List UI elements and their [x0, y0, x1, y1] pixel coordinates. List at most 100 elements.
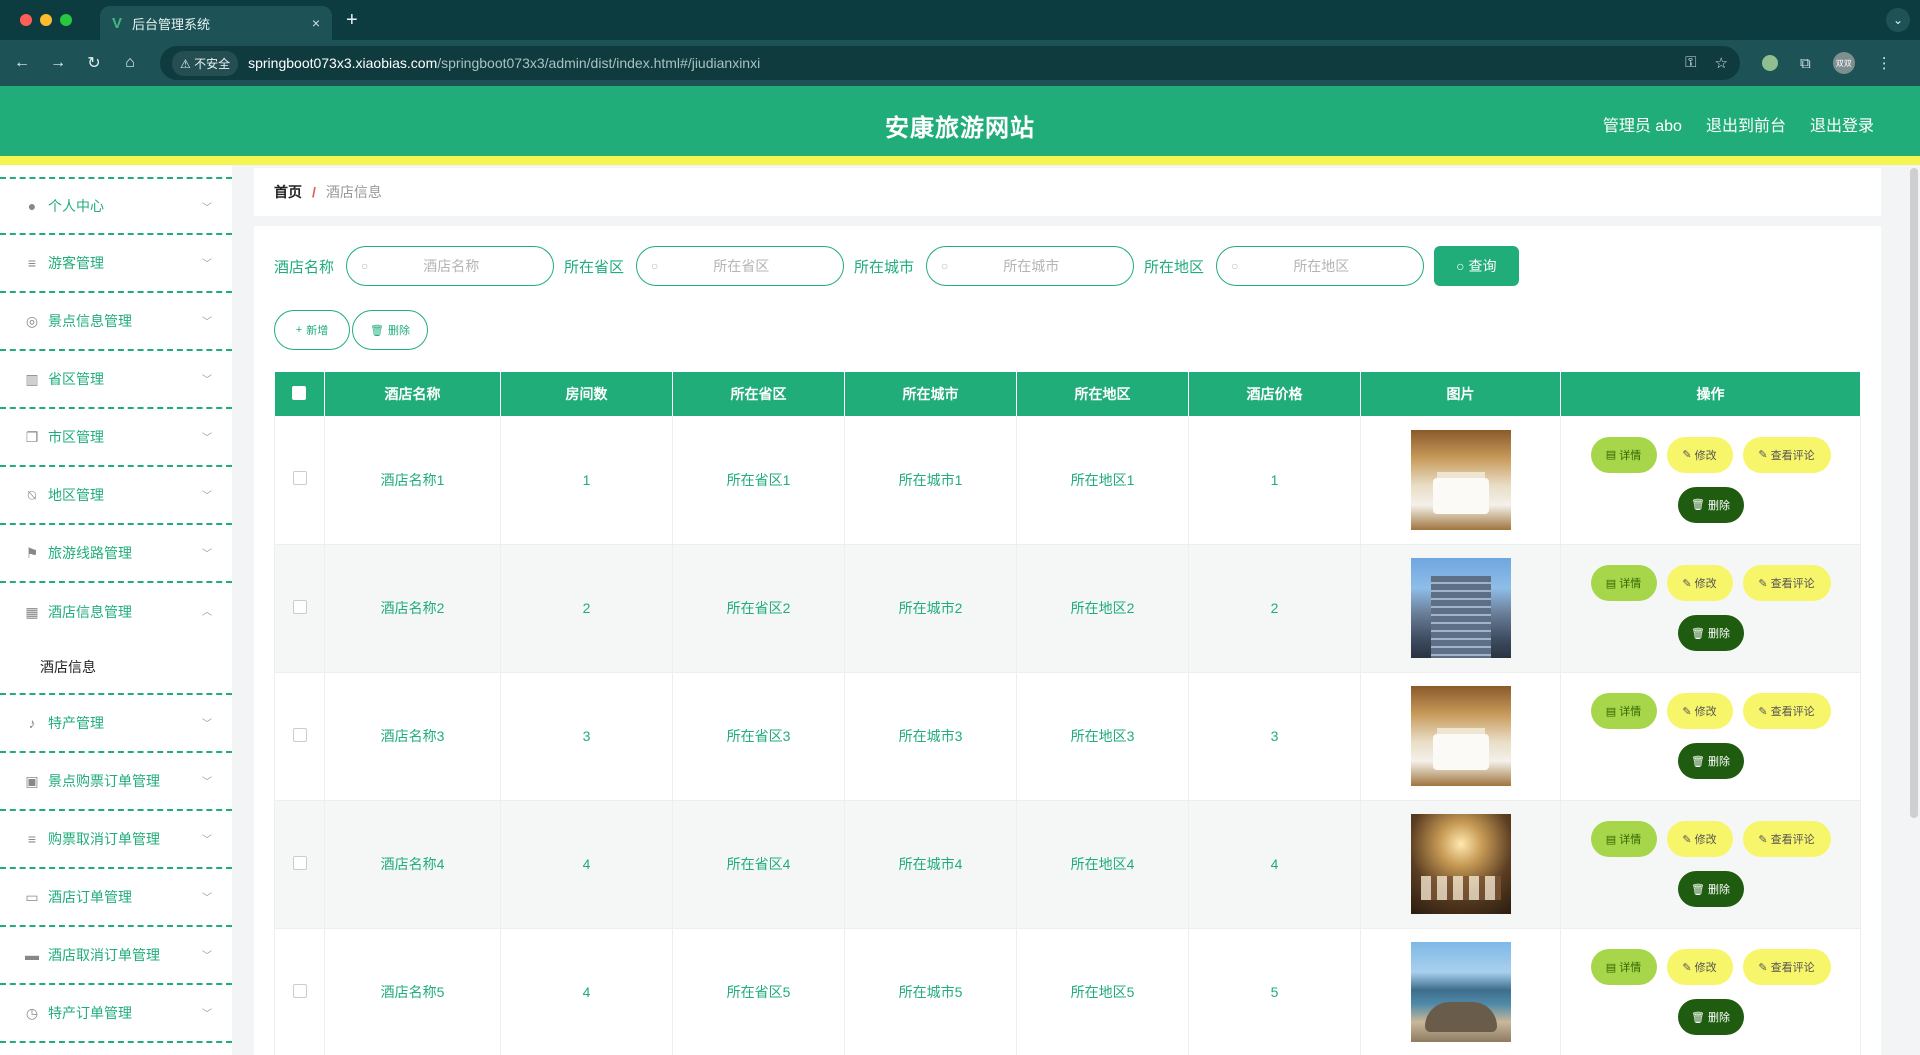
detail-button[interactable]: ▤ 详情: [1590, 436, 1657, 473]
sidebar-item-hotel-cancellations[interactable]: ▬ 酒店取消订单管理 ﹀: [0, 927, 232, 985]
hotel-photo[interactable]: [1410, 814, 1511, 914]
to-front-link[interactable]: 退出到前台: [1706, 112, 1786, 136]
minimize-window-button[interactable]: [40, 14, 52, 26]
edit-button[interactable]: ✎ 修改: [1666, 436, 1733, 473]
review-label: 查看评论: [1770, 449, 1815, 462]
batch-delete-button[interactable]: 🗑 删除: [352, 310, 428, 350]
home-icon[interactable]: ⌂: [116, 54, 144, 72]
cell-city: 所在城市5: [844, 928, 1017, 1055]
cell-operations: ▤ 详情 ✎ 修改 ✎ 查看评论 🗑 删除: [1560, 416, 1861, 545]
row-checkbox[interactable]: [292, 599, 307, 614]
address-bar[interactable]: ⚠ 不安全 springboot073x3.xiaobias.com /spri…: [160, 46, 1740, 80]
row-checkbox[interactable]: [292, 727, 307, 742]
maximize-window-button[interactable]: [60, 14, 72, 26]
insecure-badge[interactable]: ⚠ 不安全: [172, 50, 239, 76]
delete-button[interactable]: 🗑 删除: [1677, 871, 1744, 907]
delete-button[interactable]: 🗑 删除: [1677, 999, 1744, 1035]
district-field[interactable]: ○: [1216, 246, 1425, 286]
submenu-item-hotel-info[interactable]: 酒店信息: [0, 641, 232, 695]
cell-district: 所在地区5: [1016, 928, 1189, 1055]
sidebar-item-cities[interactable]: ❐ 市区管理 ﹀: [0, 409, 232, 467]
logout-link[interactable]: 退出登录: [1810, 112, 1874, 136]
reload-icon[interactable]: ↻: [80, 53, 108, 73]
hotel-name-field[interactable]: ○: [346, 246, 555, 286]
sidebar-item-districts[interactable]: ⍉ 地区管理 ﹀: [0, 467, 232, 525]
province-field[interactable]: ○: [636, 246, 845, 286]
sidebar-item-personal-center[interactable]: ● 个人中心 ﹀: [0, 177, 232, 235]
view-reviews-button[interactable]: ✎ 查看评论: [1742, 949, 1831, 985]
row-checkbox[interactable]: [292, 983, 307, 998]
edit-button[interactable]: ✎ 修改: [1666, 693, 1733, 729]
row-checkbox[interactable]: [292, 471, 307, 486]
cell-province: 所在省区1: [672, 416, 845, 545]
star-icon[interactable]: ☆: [1715, 54, 1728, 72]
edit-button[interactable]: ✎ 修改: [1666, 821, 1733, 857]
sidebar-item-label: 游客管理: [48, 255, 104, 271]
header-city[interactable]: 所在城市: [844, 372, 1017, 416]
sidebar-item-tourists[interactable]: ≡ 游客管理 ﹀: [0, 235, 232, 293]
view-reviews-button[interactable]: ✎ 查看评论: [1742, 821, 1831, 857]
delete-button[interactable]: 🗑 删除: [1677, 743, 1744, 779]
puzzle-icon[interactable]: ⧉: [1800, 55, 1811, 72]
select-all-header: [274, 372, 325, 416]
mic-icon: ♪: [28, 715, 36, 731]
detail-button[interactable]: ▤ 详情: [1590, 565, 1657, 601]
query-button[interactable]: ○ 查询: [1434, 246, 1519, 286]
sidebar-item-hotel-orders[interactable]: ▭ 酒店订单管理 ﹀: [0, 869, 232, 927]
sidebar-item-routes[interactable]: ⚑ 旅游线路管理 ﹀: [0, 525, 232, 583]
detail-button[interactable]: ▤ 详情: [1590, 693, 1657, 729]
header-rooms[interactable]: 房间数: [500, 372, 673, 416]
sidebar-item-hotels[interactable]: ▦ 酒店信息管理 ︿: [0, 583, 232, 641]
province-input[interactable]: [666, 258, 817, 274]
row-checkbox[interactable]: [292, 855, 307, 870]
delete-button[interactable]: 🗑 删除: [1677, 486, 1744, 523]
hotel-name-input[interactable]: [376, 258, 527, 274]
sidebar-item-specialties[interactable]: ♪ 特产管理 ﹀: [0, 695, 232, 753]
close-window-button[interactable]: [20, 14, 32, 26]
header-hotel-name[interactable]: 酒店名称: [324, 372, 501, 416]
district-input[interactable]: [1246, 258, 1397, 274]
clipboard-icon: ▣: [25, 772, 39, 789]
extension-icon[interactable]: [1762, 55, 1778, 71]
cell-district: 所在地区4: [1016, 800, 1189, 929]
header-price[interactable]: 酒店价格: [1188, 372, 1361, 416]
edit-button[interactable]: ✎ 修改: [1666, 949, 1733, 985]
delete-button[interactable]: 🗑 删除: [1677, 615, 1744, 651]
page-scrollbar[interactable]: [1910, 168, 1918, 818]
new-tab-button[interactable]: +: [346, 9, 358, 32]
trash-icon: 🗑: [1691, 1011, 1705, 1024]
breadcrumb-home[interactable]: 首页: [274, 182, 302, 202]
view-reviews-button[interactable]: ✎ 查看评论: [1742, 693, 1831, 729]
add-button[interactable]: + 新增: [274, 310, 350, 350]
sidebar-item-scenic-spots[interactable]: ◎ 景点信息管理 ﹀: [0, 293, 232, 351]
tab-close-icon[interactable]: ×: [312, 15, 320, 31]
view-reviews-button[interactable]: ✎ 查看评论: [1742, 565, 1831, 601]
more-menu-icon[interactable]: ⋮: [1877, 54, 1892, 72]
back-arrow-icon[interactable]: ←: [8, 54, 36, 72]
sidebar-item-ticket-orders[interactable]: ▣ 景点购票订单管理 ﹀: [0, 753, 232, 811]
view-reviews-button[interactable]: ✎ 查看评论: [1742, 436, 1831, 473]
cell-hotel-name: 酒店名称3: [324, 672, 501, 801]
city-field[interactable]: ○: [926, 246, 1135, 286]
sidebar-item-ticket-cancellations[interactable]: ≡ 购票取消订单管理 ﹀: [0, 811, 232, 869]
select-all-checkbox[interactable]: [292, 385, 307, 400]
edit-button[interactable]: ✎ 修改: [1666, 565, 1733, 601]
profile-avatar[interactable]: 双双: [1832, 52, 1855, 74]
hotel-photo[interactable]: [1410, 558, 1511, 658]
cell-district: 所在地区2: [1016, 544, 1189, 673]
tab-search-icon[interactable]: ⌄: [1886, 8, 1910, 32]
hotel-photo[interactable]: [1410, 686, 1511, 786]
key-icon[interactable]: ⚿: [1685, 54, 1696, 72]
header-province[interactable]: 所在省区: [672, 372, 845, 416]
browser-tab[interactable]: V 后台管理系统 ×: [100, 6, 332, 40]
detail-button[interactable]: ▤ 详情: [1590, 821, 1657, 857]
forward-arrow-icon[interactable]: →: [44, 54, 72, 72]
hotel-photo[interactable]: [1410, 429, 1511, 530]
url-path: /springboot073x3/admin/dist/index.html#/…: [437, 55, 761, 71]
city-input[interactable]: [956, 258, 1107, 274]
sidebar-item-provinces[interactable]: ▥ 省区管理 ﹀: [0, 351, 232, 409]
detail-button[interactable]: ▤ 详情: [1590, 949, 1657, 985]
sidebar-item-specialty-orders[interactable]: ◷ 特产订单管理 ﹀: [0, 985, 232, 1043]
header-district[interactable]: 所在地区: [1016, 372, 1189, 416]
hotel-photo[interactable]: [1410, 942, 1511, 1042]
